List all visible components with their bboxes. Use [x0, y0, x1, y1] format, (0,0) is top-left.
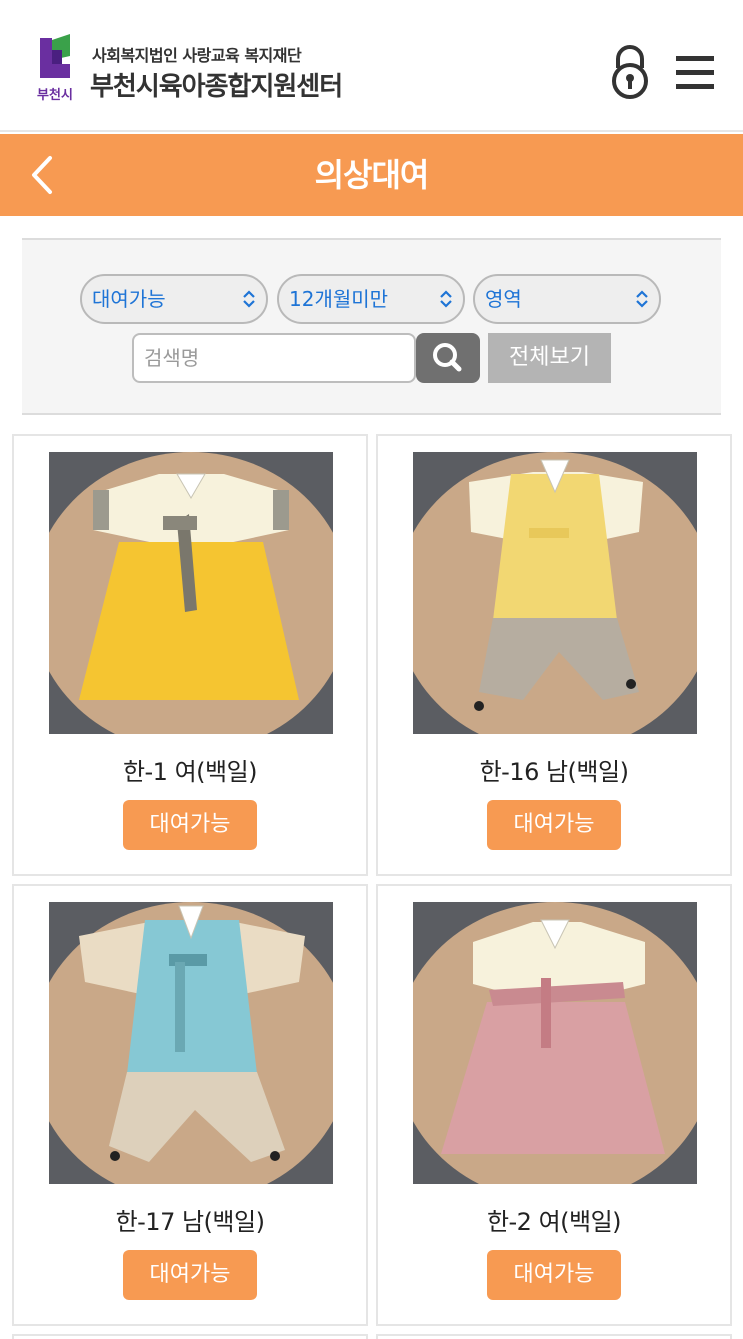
search-button[interactable]	[416, 333, 480, 383]
hanbok-photo-icon	[49, 452, 333, 734]
up-down-caret-icon	[636, 290, 648, 308]
hamburger-menu-icon	[676, 56, 714, 89]
status-select[interactable]: 대여가능	[80, 274, 268, 324]
rental-status-button[interactable]: 대여가능	[487, 1250, 621, 1300]
product-card[interactable]: 한-17 남(백일) 대여가능	[12, 884, 368, 1326]
product-card-partial	[12, 1334, 368, 1339]
menu-button[interactable]	[676, 54, 716, 90]
product-image[interactable]	[49, 902, 333, 1184]
product-name[interactable]: 한-16 남(백일)	[378, 752, 730, 787]
product-card[interactable]: 한-1 여(백일) 대여가능	[12, 434, 368, 876]
status-select-value: 대여가능	[92, 287, 166, 311]
hanbok-photo-icon	[413, 452, 697, 734]
site-header: 부천시 사회복지법인 사랑교육 복지재단 부천시육아종합지원센터	[0, 0, 743, 132]
hanbok-photo-icon	[413, 902, 697, 1184]
logo[interactable]: 부천시	[30, 34, 80, 106]
area-select-value: 영역	[485, 287, 522, 311]
rental-status-button[interactable]: 대여가능	[123, 800, 257, 850]
title-bar: 의상대여	[0, 134, 743, 216]
rental-status-button[interactable]: 대여가능	[487, 800, 621, 850]
product-card[interactable]: 한-2 여(백일) 대여가능	[376, 884, 732, 1326]
back-button[interactable]	[24, 154, 64, 196]
search-input[interactable]	[132, 333, 416, 383]
page-title: 의상대여	[314, 156, 430, 194]
lock-icon	[612, 45, 648, 99]
filter-panel: 대여가능 12개월미만 영역 전체보기	[22, 238, 721, 415]
product-card-partial	[376, 1334, 732, 1339]
view-all-button[interactable]: 전체보기	[488, 333, 611, 383]
product-name[interactable]: 한-2 여(백일)	[378, 1202, 730, 1237]
area-select[interactable]: 영역	[473, 274, 661, 324]
org-subtitle: 사회복지법인 사랑교육 복지재단	[92, 46, 302, 65]
logo-mark-icon	[40, 34, 70, 78]
product-image[interactable]	[49, 452, 333, 734]
product-image[interactable]	[413, 902, 697, 1184]
org-title[interactable]: 부천시육아종합지원센터	[90, 66, 343, 103]
age-select[interactable]: 12개월미만	[277, 274, 465, 324]
chevron-left-icon	[32, 156, 52, 194]
product-card[interactable]: 한-16 남(백일) 대여가능	[376, 434, 732, 876]
rental-status-button[interactable]: 대여가능	[123, 1250, 257, 1300]
product-name[interactable]: 한-1 여(백일)	[14, 752, 366, 787]
product-name[interactable]: 한-17 남(백일)	[14, 1202, 366, 1237]
up-down-caret-icon	[243, 290, 255, 308]
search-icon	[433, 343, 462, 372]
age-select-value: 12개월미만	[289, 287, 389, 311]
logo-text: 부천시	[37, 88, 73, 103]
login-button[interactable]	[608, 44, 652, 100]
up-down-caret-icon	[440, 290, 452, 308]
product-image[interactable]	[413, 452, 697, 734]
hanbok-photo-icon	[49, 902, 333, 1184]
